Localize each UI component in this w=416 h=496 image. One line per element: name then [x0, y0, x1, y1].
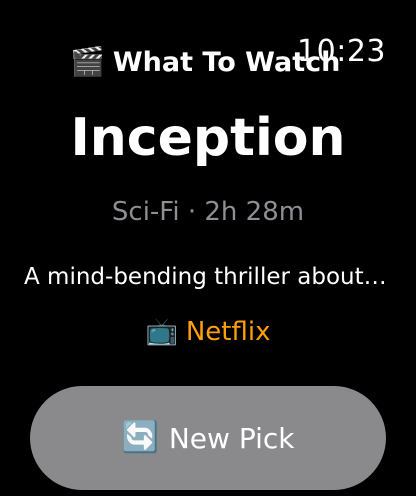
status-time: 10:23 [297, 34, 386, 69]
new-pick-button[interactable]: 🔄 New Pick [30, 386, 386, 490]
movie-meta: Sci-Fi · 2h 28m [111, 197, 305, 227]
movie-title: Inception [70, 108, 346, 168]
watch-screen: 🎬 What To Watch 10:23 Inception Sci-Fi ·… [0, 0, 416, 496]
new-pick-label: New Pick [168, 421, 295, 455]
television-icon: 📺 [145, 317, 178, 347]
refresh-icon: 🔄 [121, 420, 159, 455]
movie-description: A mind-bending thriller about dream-shar… [24, 264, 392, 290]
streaming-service: 📺 Netflix [0, 314, 416, 350]
service-label: Netflix [185, 317, 271, 347]
clapper-board-icon: 🎬 [70, 45, 105, 78]
